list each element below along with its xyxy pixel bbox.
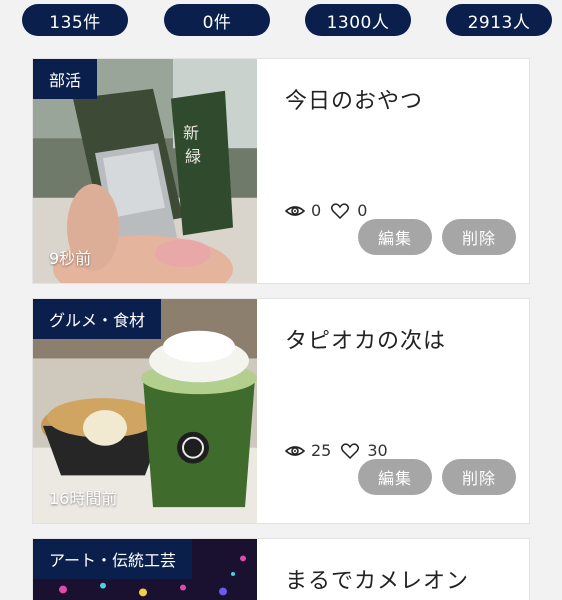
post-thumbnail[interactable]: 新 緑 部活 9秒前 (33, 59, 257, 283)
post-card[interactable]: アート・伝統工芸 まるでカメレオン (32, 538, 530, 600)
view-count: 25 (311, 441, 332, 460)
svg-text:緑: 緑 (185, 147, 201, 166)
delete-button[interactable]: 削除 (442, 459, 516, 495)
stat-pill-members: 2913人 (446, 4, 552, 36)
svg-text:新: 新 (183, 123, 199, 142)
post-card[interactable]: 新 緑 部活 9秒前 今日のおやつ 0 0 編集 削除 (32, 58, 530, 284)
post-time: 9秒前 (49, 249, 92, 268)
eye-icon (285, 443, 307, 459)
post-stats: 25 30 (285, 441, 398, 460)
eye-icon (285, 203, 307, 219)
stats-bar: 135件 0件 1300人 2913人 (0, 0, 562, 44)
post-title[interactable]: 今日のおやつ (285, 83, 423, 115)
stat-pill-posts: 135件 (22, 4, 128, 36)
like-count: 30 (367, 441, 388, 460)
stat-pill-users: 1300人 (305, 4, 411, 36)
post-thumbnail[interactable]: グルメ・食材 16時間前 (33, 299, 257, 523)
post-title[interactable]: タピオカの次は (285, 323, 446, 355)
heart-icon[interactable] (341, 442, 363, 459)
like-count: 0 (357, 201, 368, 220)
post-thumbnail[interactable]: アート・伝統工芸 (33, 539, 257, 600)
category-badge: グルメ・食材 (33, 299, 162, 339)
post-card[interactable]: グルメ・食材 16時間前 タピオカの次は 25 30 編集 削除 (32, 298, 530, 524)
category-badge: アート・伝統工芸 (33, 539, 193, 579)
view-count: 0 (311, 201, 322, 220)
edit-button[interactable]: 編集 (358, 219, 432, 255)
heart-icon[interactable] (331, 202, 353, 219)
post-stats: 0 0 (285, 201, 377, 220)
edit-button[interactable]: 編集 (358, 459, 432, 495)
post-time: 16時間前 (49, 489, 118, 508)
post-title[interactable]: まるでカメレオン (285, 563, 469, 595)
stat-pill-count: 0件 (164, 4, 270, 36)
delete-button[interactable]: 削除 (442, 219, 516, 255)
category-badge: 部活 (33, 59, 98, 99)
